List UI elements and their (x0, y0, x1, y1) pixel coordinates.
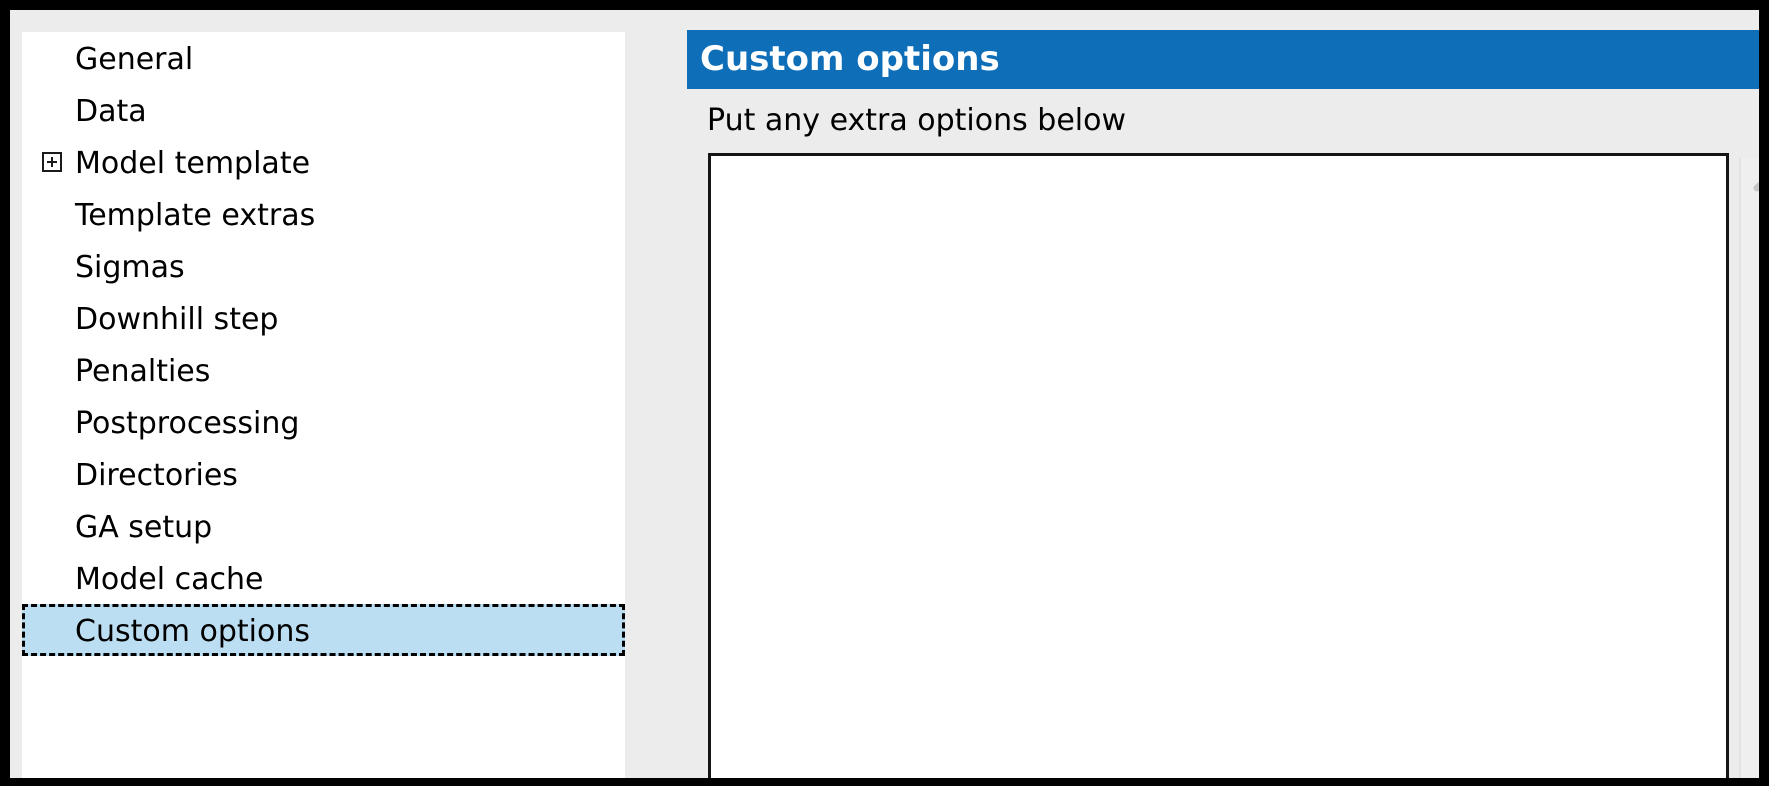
sidebar-item-label: Penalties (75, 354, 211, 389)
sidebar-item-label: Model template (75, 146, 311, 181)
plus-box-icon[interactable] (42, 152, 62, 172)
sidebar-item-label: Postprocessing (75, 406, 300, 441)
section-header-banner: Custom options (687, 30, 1759, 89)
sidebar-item-model-template[interactable]: Model template (22, 136, 625, 188)
sidebar-item-label: Sigmas (75, 250, 185, 285)
sidebar-item-label: GA setup (75, 510, 213, 545)
settings-category-list: General Data Model template Template extras… (22, 32, 625, 656)
custom-options-editor (708, 153, 1759, 778)
sidebar-item-label: Directories (75, 458, 238, 493)
settings-dialog: General Data Model template Template extras… (10, 10, 1759, 778)
sidebar-item-custom-options[interactable]: Custom options (22, 604, 625, 656)
sidebar-item-label: General (75, 42, 194, 77)
custom-options-textarea[interactable] (708, 153, 1729, 778)
sidebar-item-label: Custom options (75, 614, 310, 649)
sidebar-item-sigmas[interactable]: Sigmas (22, 240, 625, 292)
sidebar-item-directories[interactable]: Directories (22, 448, 625, 500)
settings-navigation-pane: General Data Model template Template extras… (22, 32, 625, 778)
sidebar-item-label: Model cache (75, 562, 264, 597)
sidebar-item-general[interactable]: General (22, 32, 625, 84)
sidebar-item-postprocessing[interactable]: Postprocessing (22, 396, 625, 448)
sidebar-item-downhill-step[interactable]: Downhill step (22, 292, 625, 344)
custom-options-label: Put any extra options below (707, 103, 1127, 138)
sidebar-item-template-extras[interactable]: Template extras (22, 188, 625, 240)
editor-vertical-scrollbar[interactable] (1739, 158, 1759, 778)
application-window: General Data Model template Template extras… (0, 0, 1769, 786)
sidebar-item-label: Downhill step (75, 302, 279, 337)
sidebar-item-label: Template extras (75, 198, 316, 233)
settings-content-pane: Custom options Put any extra options bel… (650, 10, 1759, 778)
sidebar-item-penalties[interactable]: Penalties (22, 344, 625, 396)
sidebar-item-label: Data (75, 94, 147, 129)
sidebar-item-data[interactable]: Data (22, 84, 625, 136)
sidebar-item-model-cache[interactable]: Model cache (22, 552, 625, 604)
chevron-up-icon[interactable] (1741, 166, 1759, 208)
sidebar-item-ga-setup[interactable]: GA setup (22, 500, 625, 552)
